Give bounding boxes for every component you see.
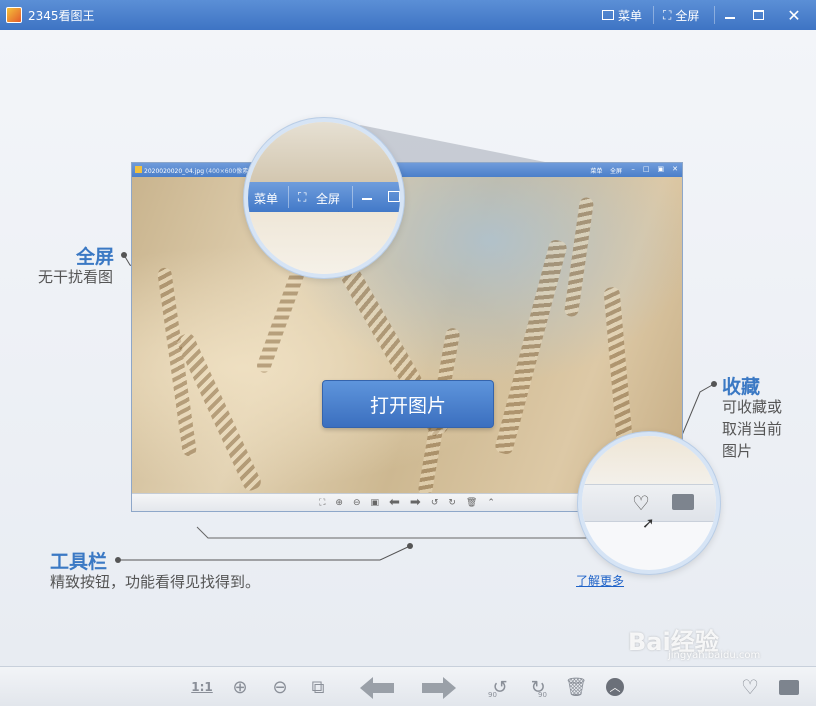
callout-fullscreen-desc: 无干扰看图 — [38, 268, 114, 286]
heart-icon: ♡ — [741, 675, 759, 699]
zoom-out-button[interactable]: ⊖ — [268, 675, 292, 699]
bottom-toolbar: 1:1 ⊕ ⊖ ⧉ ↺ 90 ↻ 90 🗑 ︿ ♡ — [0, 666, 816, 706]
callout-toolbar-title: 工具栏 — [50, 551, 108, 573]
preview-delete-icon: 🗑 — [465, 497, 478, 508]
magnifier-fullscreen-icon: ⛶ — [298, 190, 307, 204]
callout-favorite-line: 取消当前 — [722, 420, 783, 438]
preview-rotate-left-icon: ↺ — [430, 497, 439, 508]
preview-close-icon: ✕ — [672, 165, 678, 173]
watermark-url: jingyan.baidu.com — [668, 650, 761, 661]
toolbar-connector — [118, 545, 411, 561]
preview-fullscreen-label: 全屏 — [609, 168, 622, 175]
previous-image-button[interactable] — [360, 677, 394, 699]
magnifier-favorite: ♡ ➚ — [578, 432, 720, 574]
magnifier-maximize-icon — [388, 191, 400, 202]
chevron-up-icon: ︿ — [606, 678, 624, 696]
next-image-button[interactable] — [422, 677, 456, 699]
preview-app-icon — [135, 166, 142, 173]
toolbar-dot-left — [115, 557, 121, 563]
callout-favorite-desc: 可收藏或 取消当前 图片 — [722, 396, 782, 462]
favorite-dot — [711, 381, 717, 387]
zoom-out-icon: ⊖ — [272, 676, 288, 698]
magnifier-titlebar: 菜单 ⛶ 全屏 — [248, 182, 400, 212]
preview-filename: 2020020020_04.jpg — [144, 168, 204, 175]
callout-fullscreen-title: 全屏 — [76, 246, 115, 268]
trash-icon: 🗑 — [564, 676, 588, 698]
favorite-connector — [679, 383, 715, 441]
magnifier-menu-label: 菜单 — [254, 192, 279, 206]
zoom-in-button[interactable]: ⊕ — [228, 675, 252, 699]
slideshow-icon: ⧉ — [311, 676, 325, 698]
mouse-cursor-icon: ➚ — [642, 514, 655, 532]
rotate-left-label: 90 — [488, 691, 497, 699]
magnifier-fullscreen-label: 全屏 — [316, 192, 341, 206]
actual-size-button[interactable]: 1:1 — [190, 675, 214, 699]
toolbar-bracket — [196, 526, 590, 539]
toolbar-dot-right — [407, 543, 413, 549]
callout-toolbar-desc: 精致按钮，功能看得见找得到。 — [50, 573, 261, 591]
preview-titlebar: 2020020020_04.jpg (400×600像素 - 菜单 全屏 – □… — [132, 163, 682, 177]
preview-menu-label: 菜单 — [590, 168, 603, 175]
more-button[interactable]: ︿ — [604, 675, 626, 699]
magnifier-photo — [582, 436, 716, 484]
magnifier-minimize-icon — [362, 198, 372, 200]
delete-button[interactable]: 🗑 — [564, 675, 588, 699]
arrow-right-icon — [422, 677, 456, 699]
slideshow-button[interactable]: ⧉ — [306, 675, 330, 699]
rotate-right-label: 90 — [538, 691, 547, 699]
preview-maximize-icon: ▣ — [657, 165, 665, 173]
arrow-left-icon — [360, 677, 394, 699]
preview-more-icon: ⌃ — [487, 497, 495, 508]
preview-zoom-out-icon: ⊖ — [352, 497, 361, 508]
callout-favorite-title: 收藏 — [722, 376, 761, 398]
preview-rotate-right-icon: ↻ — [448, 497, 456, 508]
rotate-left-button[interactable]: ↺ 90 — [486, 675, 514, 700]
open-folder-button[interactable] — [778, 675, 800, 699]
callout-favorite-line: 图片 — [722, 442, 753, 460]
divider — [288, 186, 289, 208]
preview-minimize-icon: – — [631, 165, 635, 173]
fullscreen-dot — [121, 252, 127, 258]
magnifier-fullscreen: 菜单 ⛶ 全屏 ➚ — [244, 118, 404, 278]
favorite-heart-icon: ♡ — [632, 491, 650, 515]
preview-zoom-in-icon: ⊕ — [335, 497, 343, 508]
rotate-right-button[interactable]: ↻ 90 — [524, 675, 552, 700]
callout-favorite-line: 可收藏或 — [722, 398, 783, 416]
preview-prev-icon: ⬅ — [389, 495, 400, 510]
magnifier-photo-bottom — [248, 212, 400, 274]
preview-slideshow-icon: ▣ — [370, 497, 380, 508]
preview-fit-icon: ⛶ — [319, 497, 326, 508]
wheat-stalk — [493, 238, 569, 456]
preview-restore-icon: □ — [642, 165, 650, 173]
zoom-in-icon: ⊕ — [232, 676, 248, 698]
divider — [352, 186, 353, 208]
folder-icon — [779, 679, 799, 695]
wheat-stalk — [563, 196, 595, 318]
open-picture-button[interactable]: 打开图片 — [322, 380, 494, 428]
favorite-button[interactable]: ♡ — [738, 675, 762, 699]
learn-more-link[interactable]: 了解更多 — [576, 572, 624, 589]
open-folder-icon — [672, 494, 694, 510]
preview-file-info: (400×600像素 - — [205, 168, 253, 175]
preview-next-icon: ➡ — [409, 495, 421, 510]
magnifier-photo-top — [248, 122, 400, 182]
